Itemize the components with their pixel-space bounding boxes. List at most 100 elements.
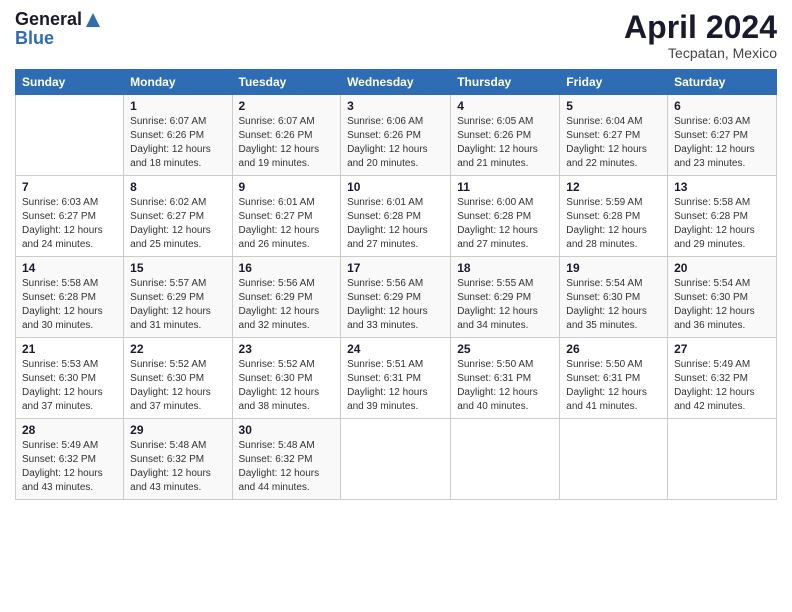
col-sunday: Sunday [16,70,124,95]
day-info: Sunrise: 6:07 AMSunset: 6:26 PMDaylight:… [239,115,335,171]
day-info: Sunrise: 5:55 AMSunset: 6:29 PMDaylight:… [457,277,553,333]
col-monday: Monday [124,70,232,95]
logo-blue: Blue [15,28,102,49]
day-number: 6 [674,99,770,113]
day-info: Sunrise: 6:06 AMSunset: 6:26 PMDaylight:… [347,115,444,171]
day-cell: 14 Sunrise: 5:58 AMSunset: 6:28 PMDaylig… [16,257,124,338]
col-thursday: Thursday [451,70,560,95]
day-number: 8 [130,180,225,194]
day-number: 4 [457,99,553,113]
week-row-2: 14 Sunrise: 5:58 AMSunset: 6:28 PMDaylig… [16,257,777,338]
week-row-0: 1 Sunrise: 6:07 AMSunset: 6:26 PMDayligh… [16,95,777,176]
day-number: 18 [457,261,553,275]
day-info: Sunrise: 5:49 AMSunset: 6:32 PMDaylight:… [674,358,770,414]
day-cell: 1 Sunrise: 6:07 AMSunset: 6:26 PMDayligh… [124,95,232,176]
day-info: Sunrise: 5:51 AMSunset: 6:31 PMDaylight:… [347,358,444,414]
day-info: Sunrise: 5:49 AMSunset: 6:32 PMDaylight:… [22,439,117,495]
day-cell: 15 Sunrise: 5:57 AMSunset: 6:29 PMDaylig… [124,257,232,338]
logo: General Blue [15,10,102,49]
day-cell: 11 Sunrise: 6:00 AMSunset: 6:28 PMDaylig… [451,176,560,257]
day-number: 11 [457,180,553,194]
day-cell [668,419,777,500]
day-cell: 27 Sunrise: 5:49 AMSunset: 6:32 PMDaylig… [668,338,777,419]
day-number: 17 [347,261,444,275]
day-info: Sunrise: 6:03 AMSunset: 6:27 PMDaylight:… [22,196,117,252]
day-cell: 18 Sunrise: 5:55 AMSunset: 6:29 PMDaylig… [451,257,560,338]
day-number: 23 [239,342,335,356]
day-info: Sunrise: 5:58 AMSunset: 6:28 PMDaylight:… [674,196,770,252]
day-cell: 2 Sunrise: 6:07 AMSunset: 6:26 PMDayligh… [232,95,341,176]
day-cell: 21 Sunrise: 5:53 AMSunset: 6:30 PMDaylig… [16,338,124,419]
day-info: Sunrise: 5:56 AMSunset: 6:29 PMDaylight:… [239,277,335,333]
month-title: April 2024 [624,10,777,45]
day-cell [451,419,560,500]
day-info: Sunrise: 6:00 AMSunset: 6:28 PMDaylight:… [457,196,553,252]
day-info: Sunrise: 6:07 AMSunset: 6:26 PMDaylight:… [130,115,225,171]
day-cell: 4 Sunrise: 6:05 AMSunset: 6:26 PMDayligh… [451,95,560,176]
day-cell: 16 Sunrise: 5:56 AMSunset: 6:29 PMDaylig… [232,257,341,338]
day-info: Sunrise: 6:04 AMSunset: 6:27 PMDaylight:… [566,115,661,171]
day-number: 12 [566,180,661,194]
location: Tecpatan, Mexico [624,45,777,61]
day-number: 27 [674,342,770,356]
day-info: Sunrise: 5:48 AMSunset: 6:32 PMDaylight:… [130,439,225,495]
day-number: 28 [22,423,117,437]
day-info: Sunrise: 5:57 AMSunset: 6:29 PMDaylight:… [130,277,225,333]
col-friday: Friday [560,70,668,95]
header-row: Sunday Monday Tuesday Wednesday Thursday… [16,70,777,95]
day-info: Sunrise: 5:48 AMSunset: 6:32 PMDaylight:… [239,439,335,495]
day-cell: 9 Sunrise: 6:01 AMSunset: 6:27 PMDayligh… [232,176,341,257]
day-cell: 17 Sunrise: 5:56 AMSunset: 6:29 PMDaylig… [341,257,451,338]
day-number: 29 [130,423,225,437]
day-info: Sunrise: 6:05 AMSunset: 6:26 PMDaylight:… [457,115,553,171]
day-number: 9 [239,180,335,194]
day-number: 26 [566,342,661,356]
day-cell [16,95,124,176]
day-number: 14 [22,261,117,275]
day-info: Sunrise: 5:54 AMSunset: 6:30 PMDaylight:… [566,277,661,333]
header: General Blue April 2024 Tecpatan, Mexico [15,10,777,61]
day-cell: 26 Sunrise: 5:50 AMSunset: 6:31 PMDaylig… [560,338,668,419]
day-cell: 24 Sunrise: 5:51 AMSunset: 6:31 PMDaylig… [341,338,451,419]
day-cell: 29 Sunrise: 5:48 AMSunset: 6:32 PMDaylig… [124,419,232,500]
title-block: April 2024 Tecpatan, Mexico [624,10,777,61]
day-info: Sunrise: 5:54 AMSunset: 6:30 PMDaylight:… [674,277,770,333]
day-info: Sunrise: 5:52 AMSunset: 6:30 PMDaylight:… [239,358,335,414]
col-saturday: Saturday [668,70,777,95]
day-info: Sunrise: 6:03 AMSunset: 6:27 PMDaylight:… [674,115,770,171]
day-info: Sunrise: 6:01 AMSunset: 6:27 PMDaylight:… [239,196,335,252]
day-info: Sunrise: 6:01 AMSunset: 6:28 PMDaylight:… [347,196,444,252]
day-info: Sunrise: 5:53 AMSunset: 6:30 PMDaylight:… [22,358,117,414]
day-cell: 13 Sunrise: 5:58 AMSunset: 6:28 PMDaylig… [668,176,777,257]
day-info: Sunrise: 5:50 AMSunset: 6:31 PMDaylight:… [457,358,553,414]
day-cell: 22 Sunrise: 5:52 AMSunset: 6:30 PMDaylig… [124,338,232,419]
day-number: 19 [566,261,661,275]
day-info: Sunrise: 5:52 AMSunset: 6:30 PMDaylight:… [130,358,225,414]
day-number: 22 [130,342,225,356]
week-row-3: 21 Sunrise: 5:53 AMSunset: 6:30 PMDaylig… [16,338,777,419]
week-row-1: 7 Sunrise: 6:03 AMSunset: 6:27 PMDayligh… [16,176,777,257]
day-info: Sunrise: 5:58 AMSunset: 6:28 PMDaylight:… [22,277,117,333]
week-row-4: 28 Sunrise: 5:49 AMSunset: 6:32 PMDaylig… [16,419,777,500]
day-number: 7 [22,180,117,194]
logo-icon [84,11,102,29]
day-number: 30 [239,423,335,437]
day-number: 16 [239,261,335,275]
day-number: 24 [347,342,444,356]
page-container: General Blue April 2024 Tecpatan, Mexico… [0,0,792,510]
day-number: 1 [130,99,225,113]
day-number: 15 [130,261,225,275]
day-number: 5 [566,99,661,113]
day-number: 20 [674,261,770,275]
col-tuesday: Tuesday [232,70,341,95]
day-info: Sunrise: 5:59 AMSunset: 6:28 PMDaylight:… [566,196,661,252]
day-cell: 5 Sunrise: 6:04 AMSunset: 6:27 PMDayligh… [560,95,668,176]
day-number: 21 [22,342,117,356]
day-cell: 23 Sunrise: 5:52 AMSunset: 6:30 PMDaylig… [232,338,341,419]
day-cell: 28 Sunrise: 5:49 AMSunset: 6:32 PMDaylig… [16,419,124,500]
day-cell: 10 Sunrise: 6:01 AMSunset: 6:28 PMDaylig… [341,176,451,257]
day-number: 10 [347,180,444,194]
day-cell: 7 Sunrise: 6:03 AMSunset: 6:27 PMDayligh… [16,176,124,257]
day-cell: 3 Sunrise: 6:06 AMSunset: 6:26 PMDayligh… [341,95,451,176]
col-wednesday: Wednesday [341,70,451,95]
